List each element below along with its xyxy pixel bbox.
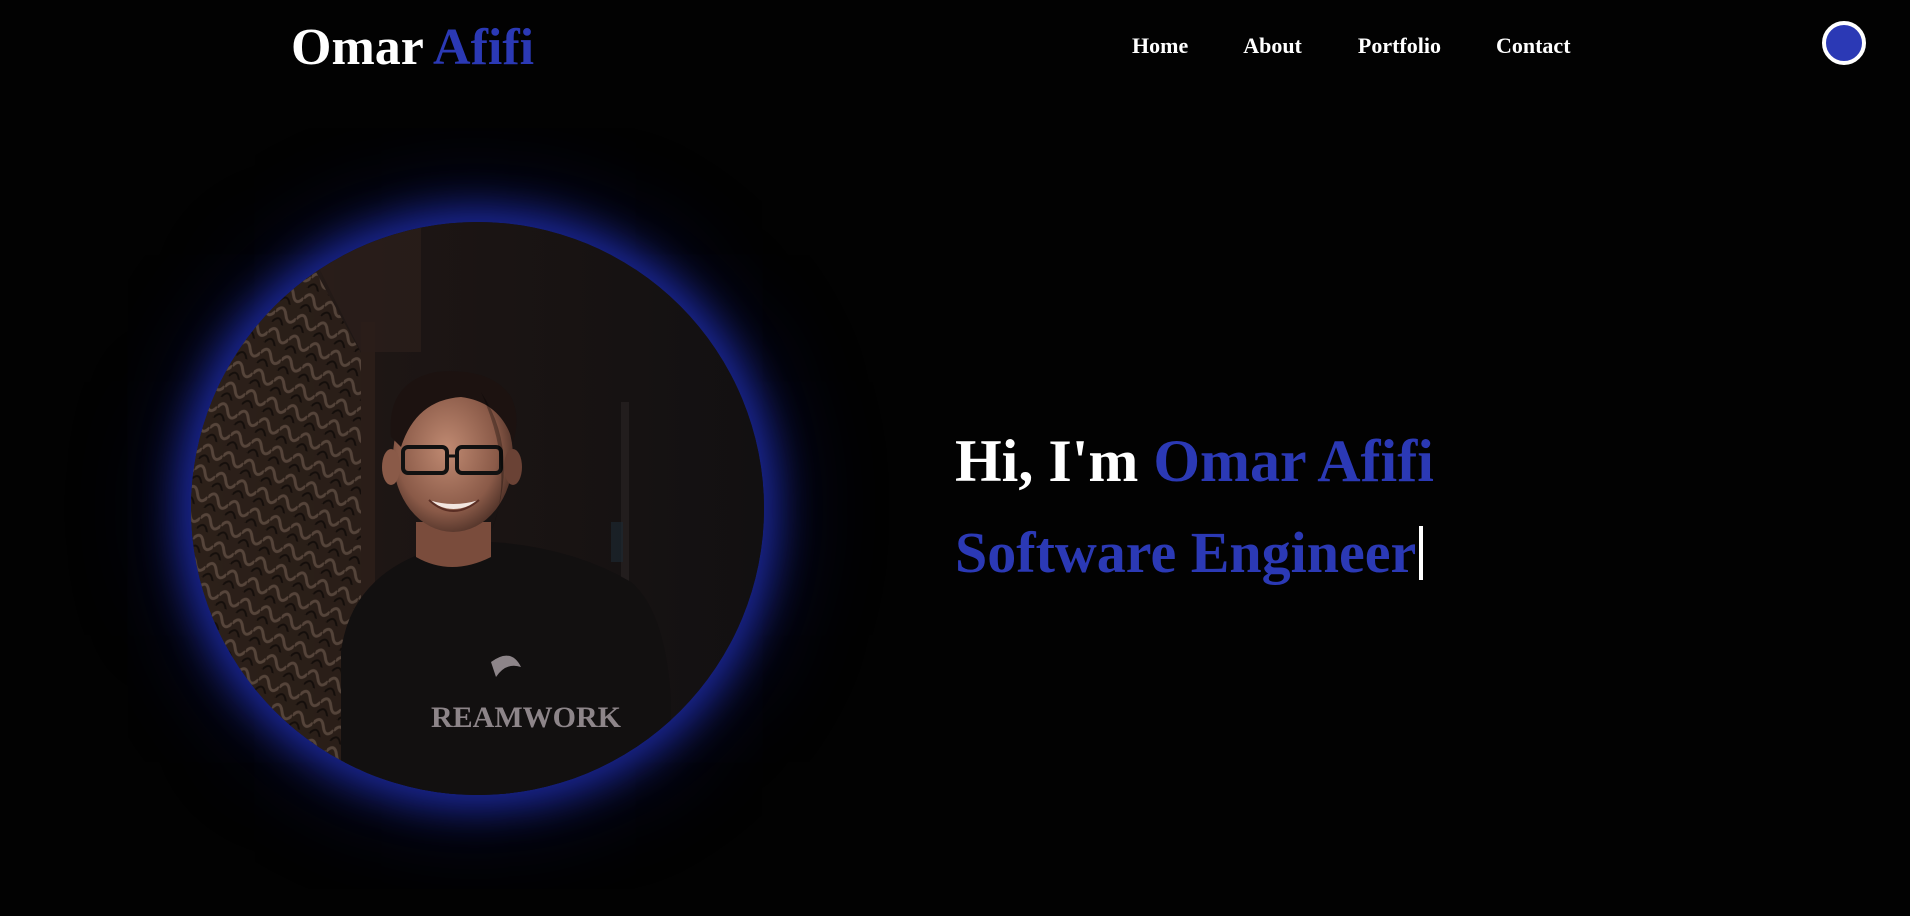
nav-contact[interactable]: Contact bbox=[1496, 32, 1571, 60]
hero-role: Software Engineer bbox=[955, 516, 1434, 590]
nav-home[interactable]: Home bbox=[1132, 32, 1188, 60]
shirt-logo-text: REAMWORK bbox=[431, 701, 622, 734]
brand-logo[interactable]: Omar Afifi bbox=[291, 18, 534, 78]
brand-first-name: Omar bbox=[291, 19, 423, 76]
profile-photo: REAMWORK bbox=[191, 222, 764, 795]
main-nav: Home About Portfolio Contact bbox=[1132, 32, 1571, 60]
nav-about[interactable]: About bbox=[1243, 32, 1302, 60]
hero-role-text: Software Engineer bbox=[955, 520, 1417, 585]
hero-greeting-text: Hi, I'm bbox=[955, 428, 1139, 494]
hero-greeting: Hi, I'm Omar Afifi bbox=[955, 424, 1434, 498]
nav-portfolio[interactable]: Portfolio bbox=[1358, 32, 1441, 60]
typing-cursor bbox=[1419, 526, 1424, 580]
page: Omar Afifi Home About Portfolio Contact bbox=[0, 0, 1910, 916]
hero-section: Hi, I'm Omar Afifi Software Engineer bbox=[955, 424, 1434, 590]
profile-photo-illustration: REAMWORK bbox=[191, 222, 764, 795]
hero-name: Omar Afifi bbox=[1153, 428, 1434, 494]
theme-toggle-button[interactable] bbox=[1822, 21, 1866, 65]
brand-last-name: Afifi bbox=[433, 19, 535, 76]
